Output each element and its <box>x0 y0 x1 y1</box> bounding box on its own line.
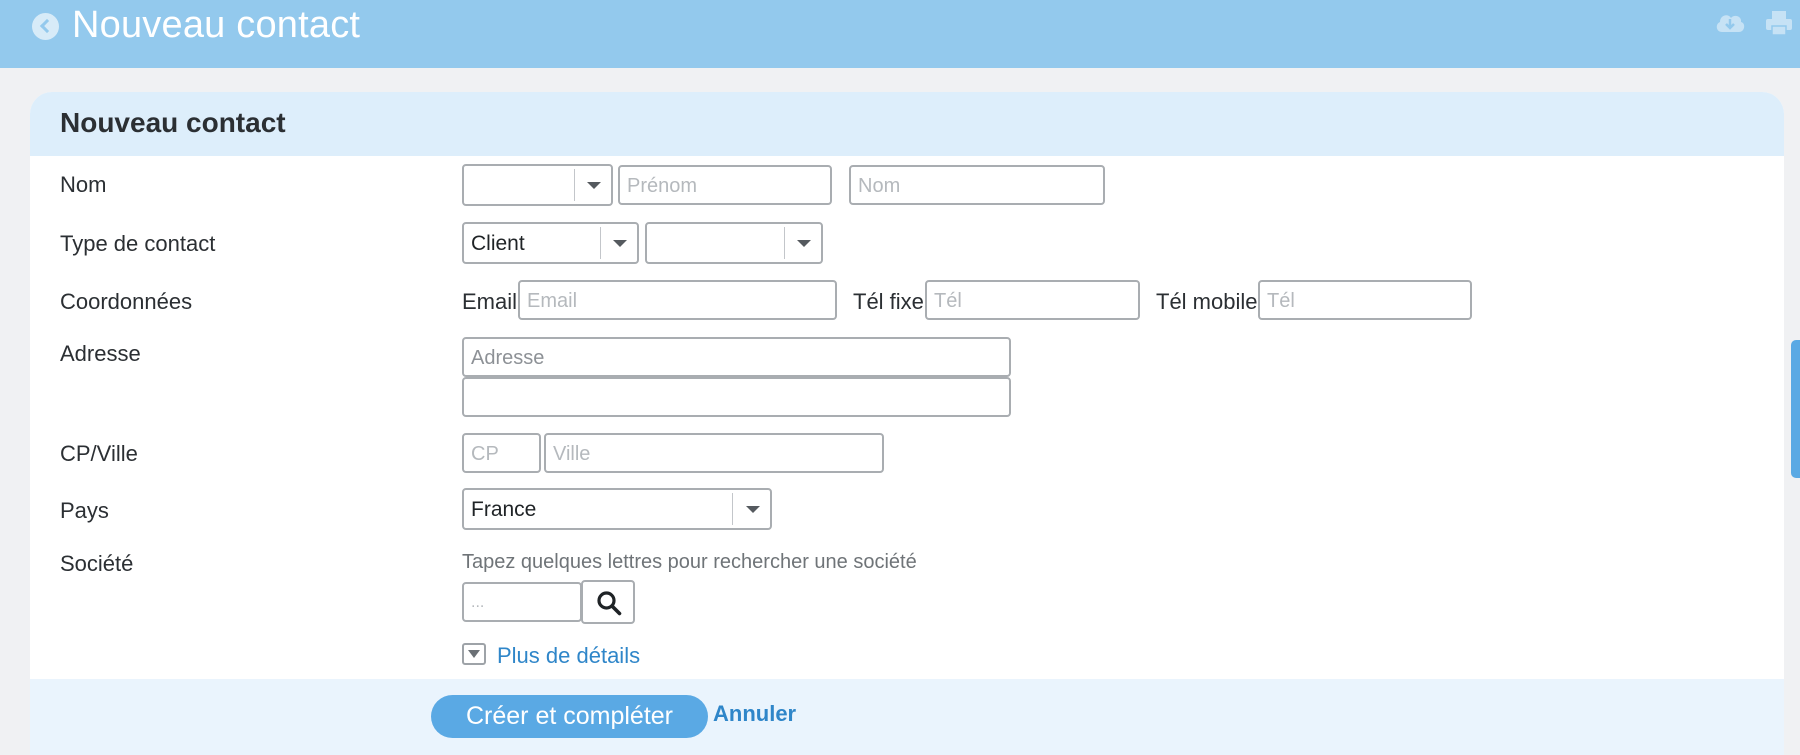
panel-title: Nouveau contact <box>60 107 286 138</box>
cp-input[interactable]: CP <box>462 433 541 473</box>
nom-label: Nom <box>60 172 107 197</box>
tel-mobile-placeholder: Tél <box>1267 290 1295 312</box>
chevron-down-icon <box>797 240 811 247</box>
page-title: Nouveau contact <box>72 4 361 46</box>
more-details-link[interactable]: Plus de détails <box>497 643 640 669</box>
select-separator <box>574 169 575 201</box>
coordonnees-label: Coordonnées <box>60 289 193 314</box>
societe-label: Société <box>60 551 134 576</box>
select-separator <box>732 493 733 525</box>
societe-search-placeholder: ... <box>471 594 485 611</box>
tel-mobile-field[interactable]: Tél <box>1258 280 1472 320</box>
select-separator <box>600 227 601 259</box>
top-bar: Nouveau contact <box>0 0 1800 68</box>
expand-details-icon[interactable] <box>462 643 486 665</box>
prenom-placeholder: Prénom <box>627 175 698 197</box>
scrollbar-thumb[interactable] <box>1791 340 1800 478</box>
email-placeholder: Email <box>527 290 578 312</box>
tel-fixe-placeholder: Tél <box>934 290 962 312</box>
contact-subtype-select[interactable] <box>645 222 823 264</box>
adresse-line1-input[interactable]: Adresse <box>462 337 1011 377</box>
tel-fixe-field[interactable]: Tél <box>925 280 1140 320</box>
prenom-input[interactable]: Prénom <box>618 165 832 205</box>
cp-ville-label: CP/Ville <box>60 441 138 466</box>
chevron-down-icon <box>613 240 627 247</box>
form-footer <box>30 679 1784 755</box>
nom-placeholder: Nom <box>858 175 901 197</box>
type-contact-label: Type de contact <box>60 231 216 256</box>
country-value: France <box>471 498 537 521</box>
panel-header: Nouveau contact <box>30 92 1784 156</box>
pays-label: Pays <box>60 498 109 523</box>
country-select[interactable]: France <box>462 488 772 530</box>
select-separator <box>784 227 785 259</box>
societe-hint: Tapez quelques lettres pour rechercher u… <box>462 551 917 573</box>
cp-placeholder: CP <box>471 443 499 465</box>
cloud-download-icon[interactable] <box>1714 10 1746 34</box>
societe-search-button[interactable] <box>581 580 635 624</box>
civility-select[interactable] <box>462 164 613 206</box>
tel-fixe-label: Tél fixe <box>853 289 924 314</box>
nom-input[interactable]: Nom <box>849 165 1105 205</box>
societe-search-input[interactable]: ... <box>462 582 582 622</box>
cancel-link[interactable]: Annuler <box>713 701 796 727</box>
email-label: Email <box>462 289 518 314</box>
chevron-down-icon <box>746 506 760 513</box>
contact-type-value: Client <box>471 232 525 255</box>
tel-mobile-label: Tél mobile <box>1156 289 1258 314</box>
adresse-placeholder: Adresse <box>471 347 545 369</box>
adresse-line2-input[interactable] <box>462 377 1011 417</box>
ville-placeholder: Ville <box>553 443 591 465</box>
ville-input[interactable]: Ville <box>544 433 884 473</box>
create-and-complete-button[interactable]: Créer et compléter <box>431 695 708 738</box>
back-arrow-icon[interactable] <box>32 13 59 40</box>
print-icon[interactable] <box>1764 9 1794 37</box>
chevron-down-icon <box>587 182 601 189</box>
email-field[interactable]: Email <box>518 280 837 320</box>
search-icon <box>597 591 622 616</box>
contact-type-select[interactable]: Client <box>462 222 639 264</box>
adresse-label: Adresse <box>60 341 141 366</box>
